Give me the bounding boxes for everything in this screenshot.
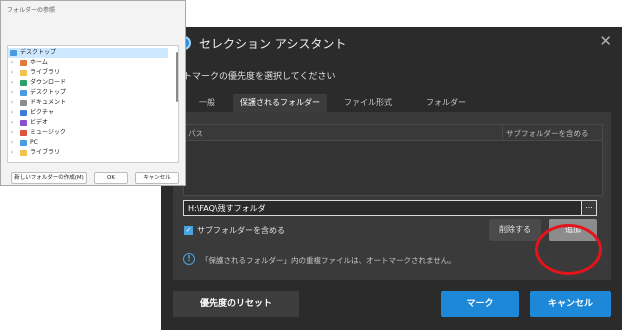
folder-tree[interactable]: デスクトップ › ホーム › ライブラリ › ダウンロード › デスクトップ › ドキュメント › ピク… [7,45,179,163]
chevron-right-icon[interactable]: › [11,148,13,158]
dialog-title: セレクション アシスタント [199,37,347,51]
tree-item-label: ドキュメント [30,99,67,106]
tree-item-label: ライブラリ [30,69,61,76]
tree-item-label: デスクトップ [20,49,57,56]
folder-list-header: パス サブフォルダーを含める [184,125,602,141]
chevron-right-icon[interactable]: › [11,138,13,148]
cancel-button[interactable]: キャンセル [530,291,611,317]
folder-list[interactable]: パス サブフォルダーを含める [183,124,603,196]
folder-path-input[interactable]: H:\FAQ\残すフォルダ [183,200,595,216]
tree-item[interactable]: › デスクトップ [8,88,168,98]
selection-assistant-dialog: セレクション アシスタント ✕ トマークの優先度を選択してください 一般 保護さ… [161,27,622,330]
pc-icon [20,140,27,146]
tree-item[interactable]: › ライブラリ [8,68,168,78]
checkbox-icon[interactable]: ✓ [184,226,193,235]
tree-item[interactable]: › PC [8,138,168,148]
new-folder-button[interactable]: 新しいフォルダーの作成(M) [11,172,87,184]
tab-protected-folders[interactable]: 保護されるフォルダー [233,94,327,112]
tree-item[interactable]: › ホーム [8,58,168,68]
info-message: 「保護されるフォルダー」内の重複ファイルは、オートマークされません。 [201,256,456,265]
desktop-folder-icon [20,90,27,96]
column-include-subfolders[interactable]: サブフォルダーを含める [506,128,589,139]
tab-folders[interactable]: フォルダー [409,94,483,112]
scrollbar[interactable] [176,52,178,102]
tree-item-label: ビデオ [30,119,49,126]
highlight-circle [535,224,602,275]
folder-cancel-button[interactable]: キャンセル [135,172,179,184]
video-icon [20,120,27,126]
folder-icon [20,150,27,156]
tree-item[interactable]: › ダウンロード [8,78,168,88]
instruction-text: トマークの優先度を選択してください [183,72,336,82]
column-separator [502,125,503,141]
tree-item-label: ミュージック [30,129,66,136]
desktop-folder-icon [10,50,17,56]
document-icon [20,100,27,106]
download-icon [20,80,27,86]
chevron-right-icon[interactable]: › [11,118,13,128]
chevron-right-icon[interactable]: › [11,128,13,138]
chevron-right-icon[interactable]: › [11,98,13,108]
tree-item[interactable]: › ドキュメント [8,98,168,108]
tree-item[interactable]: › ピクチャ [8,108,168,118]
music-icon [20,130,27,136]
reset-priority-button[interactable]: 優先度のリセット [173,291,299,317]
mark-button[interactable]: マーク [441,291,519,317]
tree-item[interactable]: › ミュージック [8,128,168,138]
tree-item-label: ホーム [30,59,48,66]
tree-item-label: デスクトップ [30,89,67,96]
chevron-right-icon[interactable]: › [11,78,13,88]
browse-button[interactable]: ... [581,200,597,216]
tab-general[interactable]: 一般 [181,94,233,112]
chevron-right-icon[interactable]: › [11,68,13,78]
tree-item-label: ピクチャ [30,109,54,116]
ok-button[interactable]: OK [94,172,128,184]
chevron-right-icon[interactable]: › [11,58,13,68]
browse-folder-dialog: フォルダーの参照 デスクトップ › ホーム › ライブラリ › ダウンロード › デスクトップ ›… [0,0,186,186]
picture-icon [20,110,27,116]
info-icon: ! [183,253,195,265]
home-icon [20,60,27,66]
tree-item[interactable]: デスクトップ [8,48,168,58]
chevron-right-icon[interactable]: › [11,88,13,98]
tab-file-types[interactable]: ファイル形式 [327,94,409,112]
tree-item-label: ダウンロード [30,79,67,86]
folder-icon [20,70,27,76]
close-icon[interactable]: ✕ [599,33,612,49]
delete-button[interactable]: 削除する [489,219,541,241]
tree-item-label: PC [30,139,38,146]
tree-item[interactable]: › ライブラリ [8,148,168,158]
column-path[interactable]: パス [188,128,203,139]
tree-item-label: ライブラリ [30,149,61,156]
title-bar: セレクション アシスタント ✕ [161,27,622,59]
include-subfolders-label: サブフォルダーを含める [197,226,285,235]
chevron-right-icon[interactable]: › [11,108,13,118]
tree-item[interactable]: › ビデオ [8,118,168,128]
folder-dialog-title: フォルダーの参照 [7,7,56,14]
